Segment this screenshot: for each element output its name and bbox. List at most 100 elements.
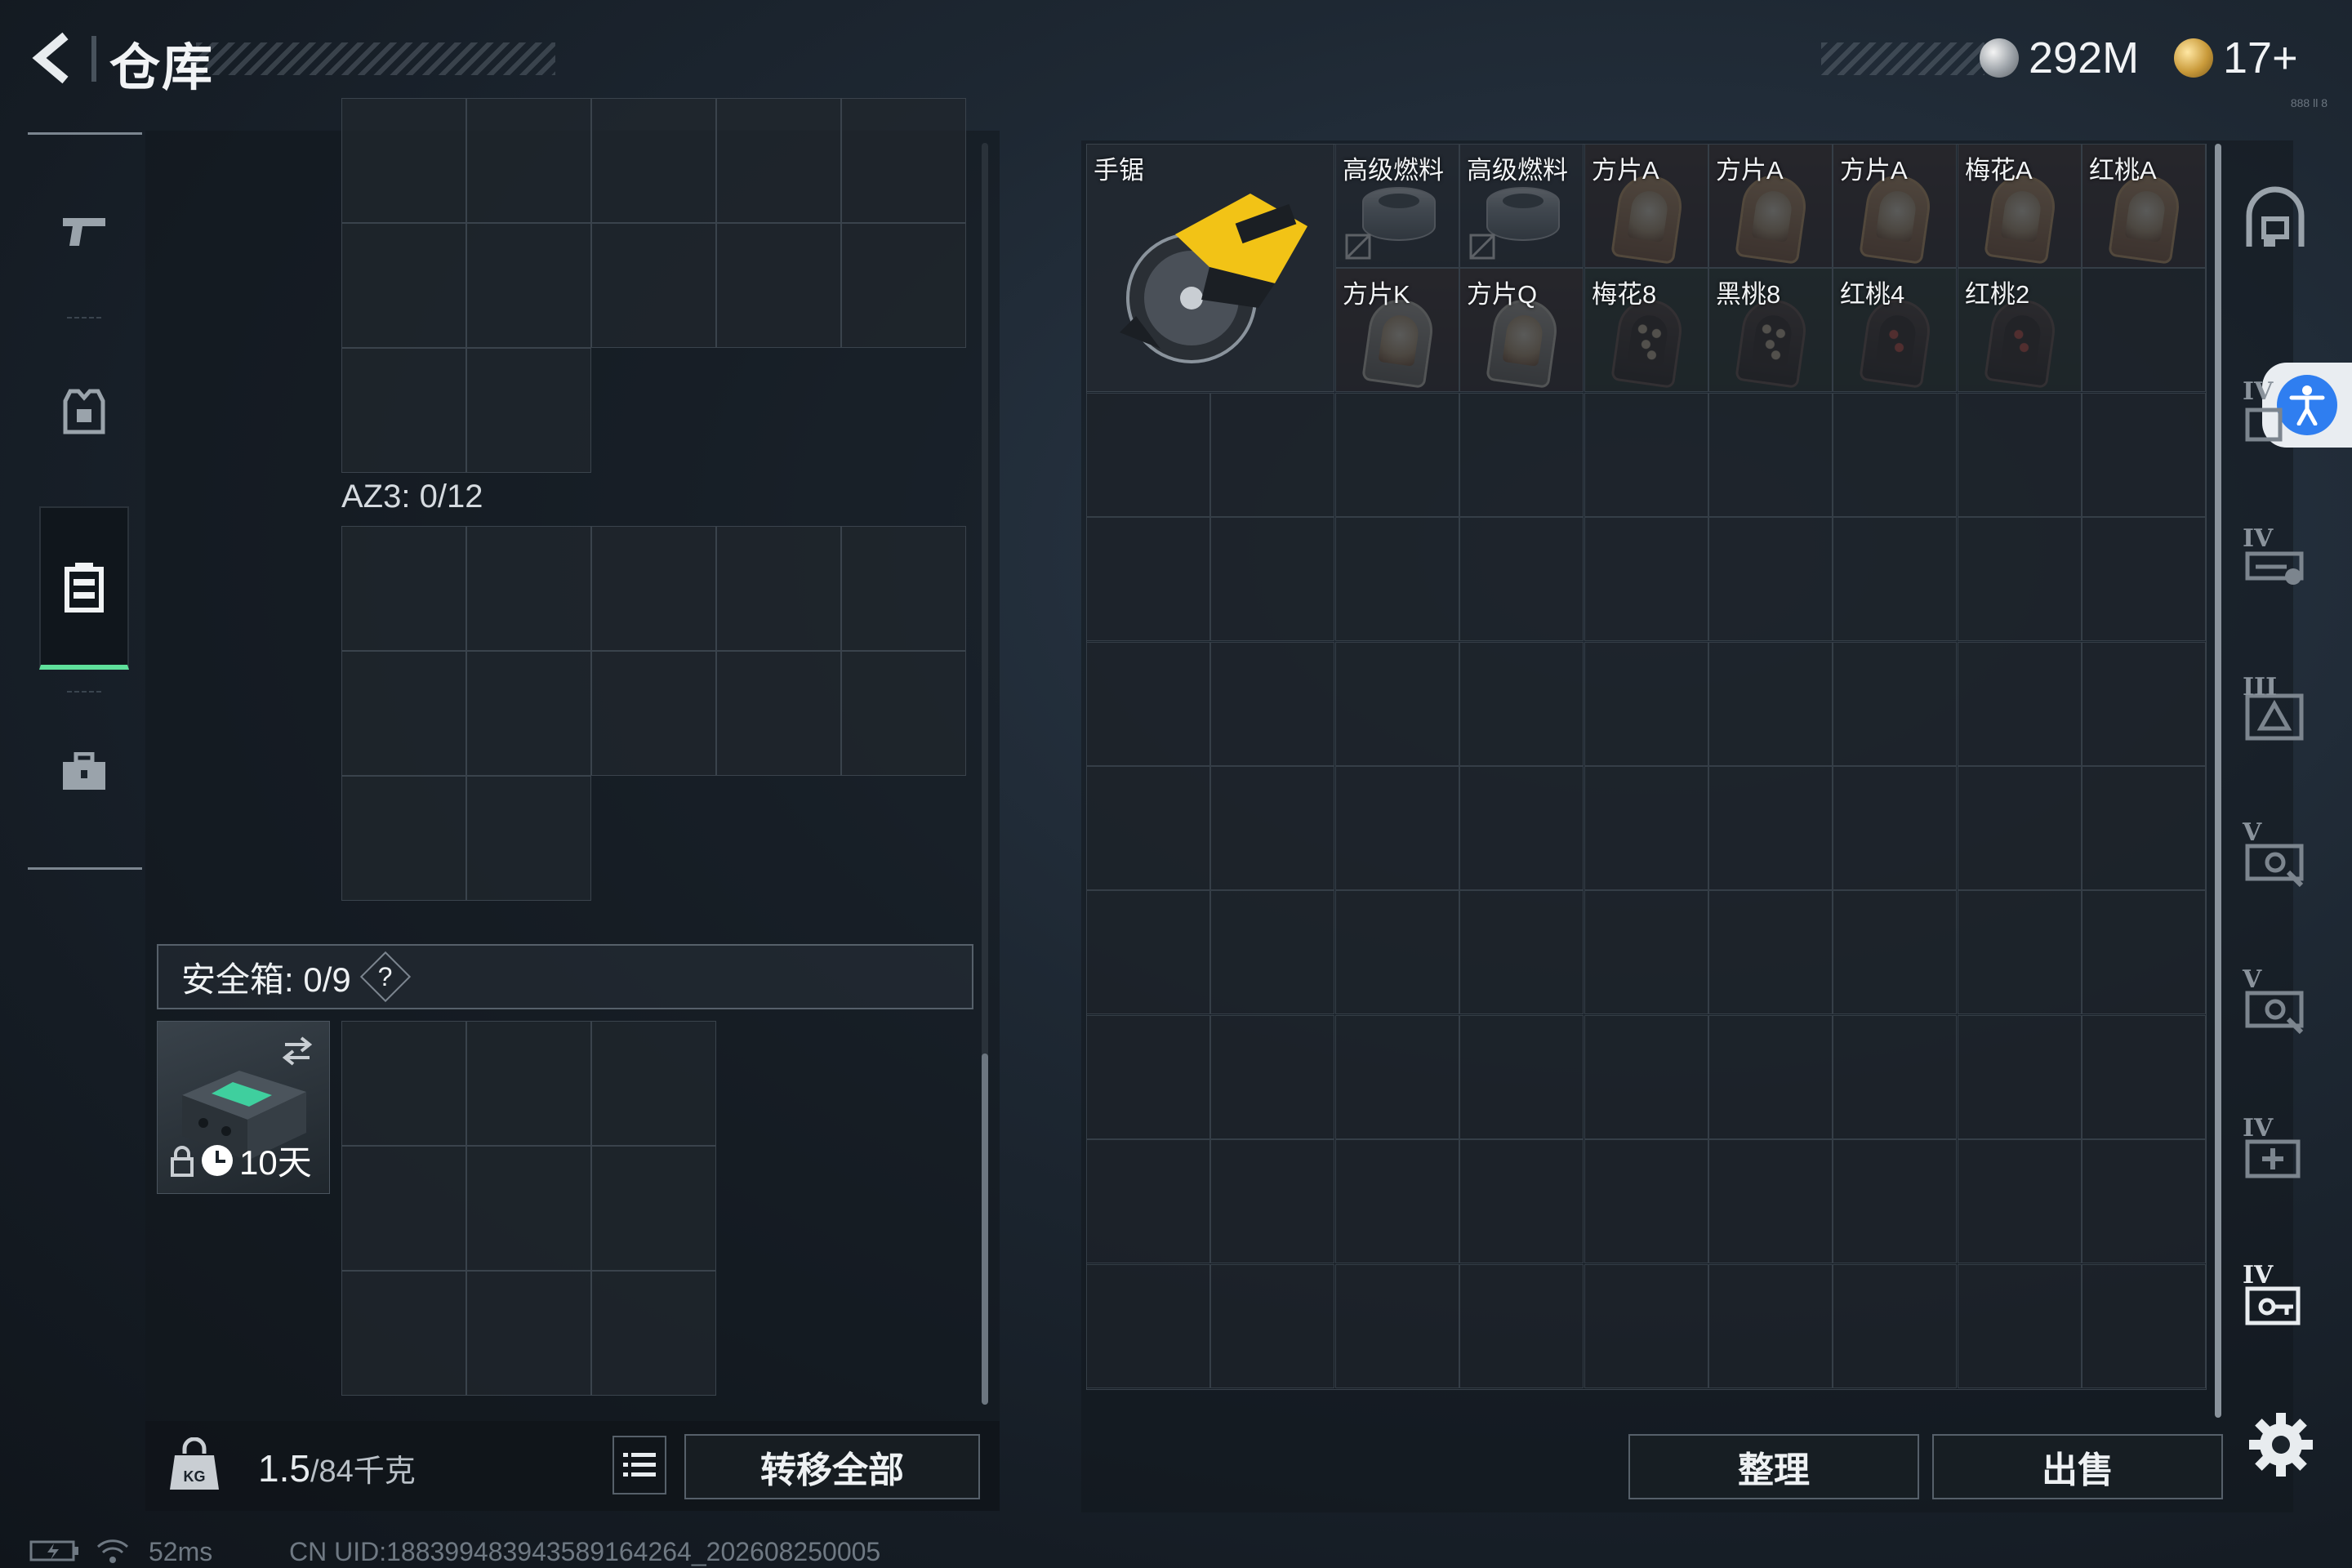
stash-slot[interactable] bbox=[1584, 1015, 1708, 1139]
container-slot[interactable] bbox=[341, 348, 466, 473]
list-view-button[interactable] bbox=[612, 1436, 666, 1494]
back-arrow-icon[interactable] bbox=[24, 29, 82, 87]
container-slot[interactable] bbox=[716, 223, 841, 348]
stash-slot[interactable] bbox=[1086, 1264, 1210, 1388]
stash-slot[interactable] bbox=[2082, 642, 2206, 766]
stash-slot[interactable] bbox=[1833, 1264, 1957, 1388]
stash-slot[interactable] bbox=[1958, 1264, 2082, 1388]
az3-slot[interactable] bbox=[341, 526, 466, 651]
stash-slot[interactable] bbox=[1958, 517, 2082, 641]
stash-slot[interactable] bbox=[1833, 890, 1957, 1014]
stash-slot[interactable] bbox=[1459, 890, 1584, 1014]
safe-box-slot[interactable] bbox=[466, 1021, 591, 1146]
stash-slot[interactable] bbox=[1708, 766, 1833, 890]
rail-tier-slot-2[interactable]: IV bbox=[2243, 524, 2308, 595]
sort-button[interactable]: 整理 bbox=[1628, 1434, 1919, 1499]
stash-slot[interactable] bbox=[1584, 517, 1708, 641]
stash-slot[interactable] bbox=[1584, 890, 1708, 1014]
safe-box-slot[interactable] bbox=[591, 1146, 716, 1271]
container-slot[interactable] bbox=[466, 348, 591, 473]
stash-scrollbar[interactable] bbox=[2215, 144, 2221, 1418]
stash-slot[interactable] bbox=[2082, 1139, 2206, 1263]
safe-box-slot[interactable] bbox=[591, 1021, 716, 1146]
stash-slot[interactable] bbox=[1335, 1139, 1459, 1263]
stash-slot[interactable] bbox=[1335, 517, 1459, 641]
safe-box-slot[interactable] bbox=[341, 1021, 466, 1146]
az3-slot[interactable] bbox=[841, 651, 966, 776]
rail-tier-slot-5[interactable]: V bbox=[2243, 965, 2308, 1036]
stash-slot[interactable] bbox=[2082, 1264, 2206, 1388]
silver-currency[interactable]: 292M bbox=[1980, 29, 2139, 87]
stash-slot[interactable] bbox=[1210, 517, 1334, 641]
stash-slot[interactable] bbox=[1459, 642, 1584, 766]
container-slot[interactable] bbox=[841, 223, 966, 348]
nav-case[interactable] bbox=[39, 691, 129, 854]
stash-slot[interactable] bbox=[1459, 1139, 1584, 1263]
safe-box-slot[interactable] bbox=[591, 1271, 716, 1396]
rail-storage-home[interactable] bbox=[2243, 186, 2308, 252]
nav-armor[interactable] bbox=[39, 330, 129, 493]
container-slot[interactable] bbox=[341, 223, 466, 348]
stash-slot[interactable] bbox=[1958, 642, 2082, 766]
az3-slot[interactable] bbox=[466, 651, 591, 776]
stash-slot[interactable] bbox=[2082, 1015, 2206, 1139]
stash-slot[interactable] bbox=[1833, 393, 1957, 517]
stash-slot[interactable] bbox=[1210, 766, 1334, 890]
stash-slot[interactable] bbox=[1584, 1264, 1708, 1388]
stash-slot[interactable] bbox=[1210, 1015, 1334, 1139]
stash-slot[interactable] bbox=[1584, 1139, 1708, 1263]
transfer-all-button[interactable]: 转移全部 bbox=[684, 1434, 980, 1499]
rail-tier-slot-7[interactable]: IV bbox=[2243, 1261, 2308, 1331]
stash-slot[interactable] bbox=[1335, 1015, 1459, 1139]
az3-slot[interactable] bbox=[841, 526, 966, 651]
rail-tier-slot-1[interactable]: IV bbox=[2243, 377, 2308, 448]
stash-slot[interactable] bbox=[1459, 1015, 1584, 1139]
stash-slot[interactable] bbox=[1086, 642, 1210, 766]
gold-currency[interactable]: 17+ bbox=[2174, 29, 2298, 87]
stash-slot[interactable] bbox=[1958, 766, 2082, 890]
az3-slot[interactable] bbox=[466, 776, 591, 901]
stash-slot[interactable] bbox=[1833, 517, 1957, 641]
safe-box-slot[interactable] bbox=[466, 1271, 591, 1396]
stash-slot[interactable] bbox=[1086, 1015, 1210, 1139]
stash-slot[interactable] bbox=[1708, 1139, 1833, 1263]
stash-slot[interactable] bbox=[2082, 268, 2206, 392]
stash-slot[interactable] bbox=[1459, 1264, 1584, 1388]
az3-slot[interactable] bbox=[341, 651, 466, 776]
rail-tier-slot-4[interactable]: V bbox=[2243, 818, 2308, 889]
container-slot[interactable] bbox=[591, 223, 716, 348]
stash-slot[interactable] bbox=[1335, 393, 1459, 517]
az3-slot[interactable] bbox=[591, 526, 716, 651]
stash-slot[interactable] bbox=[1584, 766, 1708, 890]
stash-slot[interactable] bbox=[1086, 517, 1210, 641]
stash-slot[interactable] bbox=[1708, 517, 1833, 641]
stash-slot[interactable] bbox=[1958, 890, 2082, 1014]
az3-slot[interactable] bbox=[716, 526, 841, 651]
stash-slot[interactable] bbox=[1335, 1264, 1459, 1388]
nav-weapon[interactable] bbox=[39, 149, 129, 312]
left-scrollbar-thumb[interactable] bbox=[982, 1054, 988, 1405]
stash-slot[interactable] bbox=[2082, 890, 2206, 1014]
stash-slot[interactable] bbox=[1708, 642, 1833, 766]
container-slot[interactable] bbox=[341, 98, 466, 223]
stash-slot[interactable] bbox=[1958, 393, 2082, 517]
stash-slot[interactable] bbox=[1210, 890, 1334, 1014]
stash-slot[interactable] bbox=[1584, 393, 1708, 517]
stash-slot[interactable] bbox=[1335, 890, 1459, 1014]
stash-slot[interactable] bbox=[1958, 1015, 2082, 1139]
container-slot[interactable] bbox=[716, 98, 841, 223]
safe-box-item[interactable]: 10天 bbox=[157, 1021, 330, 1194]
stash-slot[interactable] bbox=[2082, 766, 2206, 890]
container-slot[interactable] bbox=[466, 223, 591, 348]
rail-tier-slot-3[interactable]: III bbox=[2243, 673, 2308, 743]
safe-box-slot[interactable] bbox=[341, 1146, 466, 1271]
stash-slot[interactable] bbox=[1210, 1264, 1334, 1388]
sell-button[interactable]: 出售 bbox=[1932, 1434, 2223, 1499]
stash-slot[interactable] bbox=[1833, 1139, 1957, 1263]
az3-slot[interactable] bbox=[466, 526, 591, 651]
stash-slot[interactable] bbox=[2082, 393, 2206, 517]
stash-slot[interactable] bbox=[1833, 642, 1957, 766]
safe-box-slot[interactable] bbox=[466, 1146, 591, 1271]
stash-slot[interactable] bbox=[1584, 642, 1708, 766]
container-slot[interactable] bbox=[466, 98, 591, 223]
